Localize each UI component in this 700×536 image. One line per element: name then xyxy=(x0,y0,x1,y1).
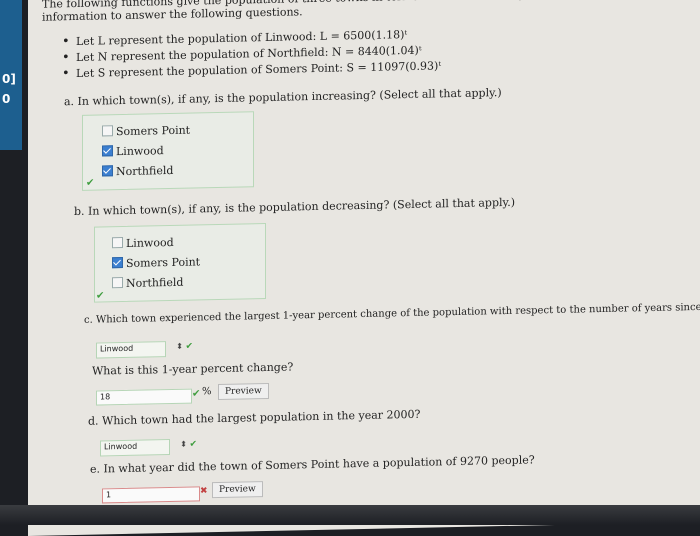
correct-check-icon: ✔ xyxy=(192,388,201,400)
percent-change-input[interactable]: 18 xyxy=(96,388,192,406)
correct-check-icon: ✔ xyxy=(86,177,95,189)
checkbox-checked[interactable] xyxy=(102,165,113,177)
checkbox[interactable] xyxy=(102,125,113,137)
checkbox-checked[interactable] xyxy=(112,257,123,269)
town-select-c[interactable]: Linwood ⬍ ✔ xyxy=(96,341,193,359)
option-a-linwood[interactable]: Linwood xyxy=(102,144,164,158)
question-e: e. In what year did the town of Somers P… xyxy=(90,453,535,476)
checkbox[interactable] xyxy=(112,237,123,249)
sidebar-number: 0] xyxy=(2,72,16,86)
option-b-northfield[interactable]: Northfield xyxy=(112,276,183,290)
screen-bezel-shadow xyxy=(0,505,700,525)
preview-button-e[interactable]: Preview xyxy=(212,481,263,499)
option-a-somers-point[interactable]: Somers Point xyxy=(102,124,190,139)
question-b: b. In which town(s), if any, is the popu… xyxy=(74,195,516,219)
checkbox[interactable] xyxy=(112,277,123,289)
correct-check-icon: ✔ xyxy=(96,290,105,302)
preview-button-c[interactable]: Preview xyxy=(218,382,269,401)
question-a: a. In which town(s), if any, is the popu… xyxy=(64,86,502,109)
spinner-icon[interactable]: ⬍ xyxy=(176,342,183,351)
spinner-icon[interactable]: ⬍ xyxy=(180,440,187,449)
sidebar-number: 0 xyxy=(2,92,11,106)
option-b-linwood[interactable]: Linwood xyxy=(112,236,174,250)
incorrect-cross-icon: ✖ xyxy=(200,486,208,497)
question-c: c. Which town experienced the largest 1-… xyxy=(84,301,700,326)
correct-check-icon: ✔ xyxy=(189,439,197,450)
question-c-sub: What is this 1-year percent change? xyxy=(92,360,294,378)
checkbox-checked[interactable] xyxy=(102,145,113,157)
percent-unit: % xyxy=(202,386,212,398)
year-input[interactable]: 1 xyxy=(102,486,200,504)
option-b-somers-point[interactable]: Somers Point xyxy=(112,255,200,270)
town-select-d[interactable]: Linwood ⬍ ✔ xyxy=(100,439,197,457)
option-a-northfield[interactable]: Northfield xyxy=(102,164,173,178)
question-d: d. Which town had the largest population… xyxy=(88,407,421,428)
intro-text: The following functions give the populat… xyxy=(42,0,680,24)
sidebar-panel: 0] 0 xyxy=(0,0,22,150)
definitions-list: Let L represent the population of Linwoo… xyxy=(62,27,441,83)
question-page: The following functions give the populat… xyxy=(28,0,700,536)
correct-check-icon: ✔ xyxy=(185,341,193,352)
